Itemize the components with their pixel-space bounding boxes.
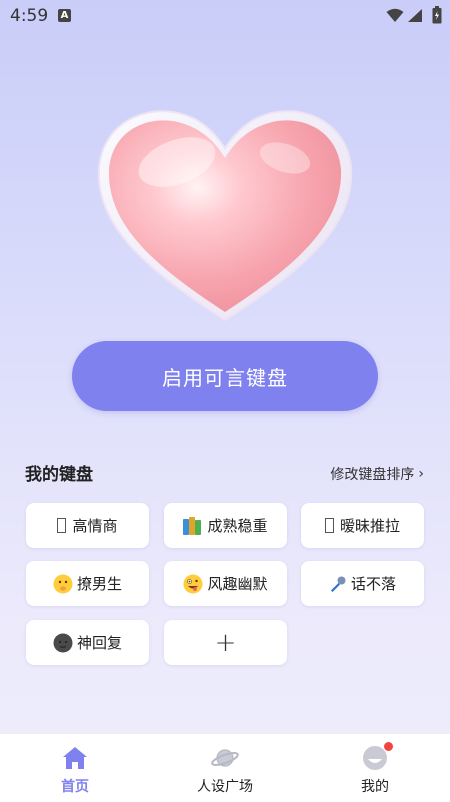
keyboard-item-liaonansheng[interactable]: 撩男生 — [26, 561, 149, 606]
notification-a-icon: A — [58, 9, 71, 22]
chevron-right-icon: › — [418, 466, 424, 482]
signal-icon — [408, 9, 422, 22]
bottom-tab-bar: 首页 人设广场 我的 — [0, 733, 450, 802]
status-bar: 4:59 A — [0, 0, 450, 34]
planet-icon — [210, 744, 240, 772]
my-keyboards-title: 我的键盘 — [25, 465, 93, 485]
home-icon — [61, 744, 89, 772]
tab-home-label: 首页 — [61, 779, 89, 795]
tab-persona-square-label: 人设广场 — [197, 779, 253, 795]
keyboard-item-huabuluo[interactable]: 话不落 — [301, 561, 424, 606]
edit-keyboard-order-link[interactable]: 修改键盘排序 › — [330, 464, 424, 484]
notification-badge — [383, 741, 394, 752]
dark-face-icon — [53, 633, 73, 653]
battery-icon — [432, 6, 442, 24]
keyboard-item-fengquyoumo[interactable]: 风趣幽默 — [164, 561, 287, 606]
avatar-icon — [362, 741, 394, 772]
zany-face-icon — [183, 574, 203, 594]
plus-icon: + — [214, 627, 237, 658]
wifi-icon — [386, 8, 404, 22]
keyboard-item-label: 神回复 — [76, 634, 122, 652]
edit-keyboard-order-label: 修改键盘排序 — [330, 467, 415, 483]
hero-heart-image — [95, 100, 355, 325]
tab-home[interactable]: 首页 — [0, 734, 150, 802]
tab-mine[interactable]: 我的 — [300, 734, 450, 802]
books-icon — [183, 516, 203, 535]
tab-mine-label: 我的 — [361, 779, 389, 795]
add-keyboard-button[interactable]: + — [164, 620, 287, 665]
keyboard-item-aimeituila[interactable]: 暧昧推拉 — [301, 503, 424, 548]
keyboard-item-label: 高情商 — [72, 517, 118, 535]
keyboard-item-chengshuwenzhong[interactable]: 成熟稳重 — [164, 503, 287, 548]
keyboard-item-label: 暧昧推拉 — [339, 517, 400, 535]
microphone-icon — [329, 575, 347, 593]
keyboard-item-label: 风趣幽默 — [207, 575, 268, 593]
keyboard-item-label: 撩男生 — [76, 575, 122, 593]
keyboard-item-label: 成熟稳重 — [207, 517, 268, 535]
status-time: 4:59 — [10, 6, 49, 26]
missing-glyph-icon — [324, 518, 336, 533]
keyboard-item-label: 话不落 — [350, 575, 396, 593]
keyboard-item-shenhuifu[interactable]: 神回复 — [26, 620, 149, 665]
enable-keyboard-button[interactable]: 启用可言键盘 — [72, 341, 378, 411]
tab-persona-square[interactable]: 人设广场 — [150, 734, 300, 802]
shushing-face-icon — [53, 574, 73, 594]
keyboard-item-gaoqingshang[interactable]: 高情商 — [26, 503, 149, 548]
missing-glyph-icon — [57, 518, 68, 533]
